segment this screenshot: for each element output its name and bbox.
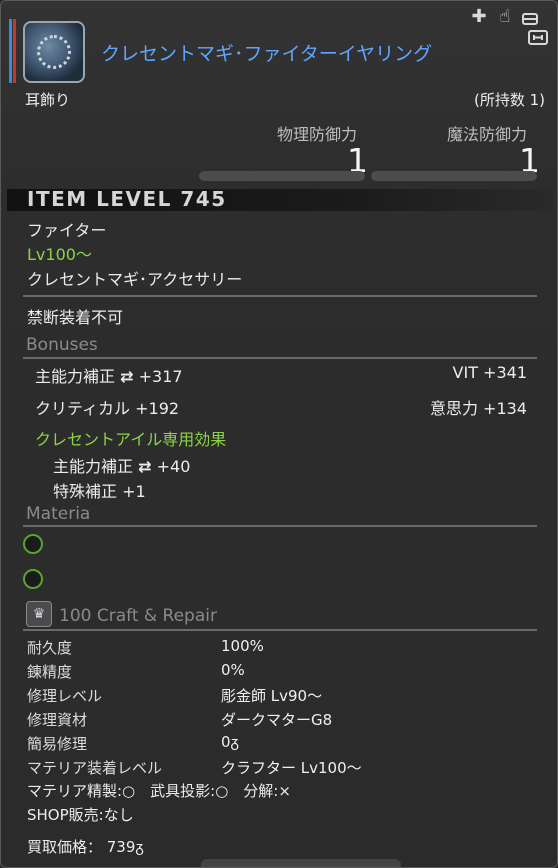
repair-material-value: ダークマターG8 [221, 711, 333, 729]
bonus-determination: 意思力 +134 [429, 399, 527, 418]
rarity-bar [9, 19, 12, 83]
special-sub-stat: 特殊補正 +1 [53, 482, 146, 501]
divider [23, 357, 537, 359]
item-category: 耳飾り [25, 91, 71, 109]
divider [23, 295, 537, 297]
level-requirement: Lv100～ [27, 245, 92, 264]
restriction: 禁断装着不可 [27, 308, 124, 327]
quick-repair-label: 簡易修理 [27, 735, 88, 753]
bonus-vit: VIT +341 [452, 363, 527, 382]
repair-level-value: 彫金師 Lv90～ [221, 687, 323, 705]
bonus-main-stat-value: +317 [138, 367, 183, 386]
durability-label: 耐久度 [27, 639, 73, 657]
materia-title: Materia [26, 504, 91, 524]
materia-slot[interactable] [23, 569, 43, 589]
arrow-mark-icon: ⇄ [138, 457, 152, 476]
magic-defense-bar [371, 171, 537, 181]
spiritbond-label: 錬精度 [27, 663, 73, 681]
physical-defense-bar [199, 171, 365, 181]
item-icon [23, 21, 85, 83]
bonus-main-stat: 主能力補正 ⇄ +317 [35, 363, 183, 387]
special-main-stat-label: 主能力補正 [53, 457, 134, 476]
craft-repair-title: 100 Craft & Repair [59, 606, 217, 626]
sell-price: 買取価格： 739ᵹ [27, 838, 144, 856]
materia-level-value: クラフター Lv100～ [221, 759, 362, 777]
repair-level-label: 修理レベル [27, 687, 103, 705]
job-label: ファイター [27, 221, 107, 240]
spiritbond-value: 0% [221, 661, 245, 679]
item-name: クレセントマギ･ファイターイヤリング [101, 43, 433, 65]
repair-material-label: 修理資材 [27, 711, 88, 729]
special-effect-title: クレセントアイル専用効果 [35, 430, 227, 449]
durability-value: 100% [221, 637, 264, 655]
shop-status: SHOP販売:なし [27, 806, 134, 824]
plus-icon[interactable]: ✚ [469, 7, 489, 27]
craft-flags: マテリア精製:○ 武具投影:○ 分解:× [27, 782, 291, 800]
special-main-stat-value: +40 [156, 457, 191, 476]
magic-defense-label: 魔法防御力 [447, 125, 528, 144]
materia-slot[interactable] [23, 534, 43, 554]
box-icon[interactable] [527, 27, 549, 47]
item-level: ITEM LEVEL 745 [27, 187, 227, 211]
bonus-main-stat-label: 主能力補正 [35, 367, 116, 386]
hand-icon[interactable]: ☝ [495, 7, 515, 27]
arrow-mark-icon: ⇄ [120, 367, 134, 386]
bonuses-title: Bonuses [26, 335, 98, 355]
item-type: クレセントマギ･アクセサリー [27, 270, 243, 289]
crafting-crown-icon: ♛ [26, 601, 52, 627]
special-main-stat: 主能力補正 ⇄ +40 [53, 453, 190, 477]
chair-icon[interactable] [520, 8, 540, 28]
materia-level-label: マテリア装着レベル [27, 759, 163, 777]
divider [23, 525, 537, 527]
item-tooltip: クレセントマギ･ファイターイヤリング ✚ ☝ 耳飾り (所持数 1) 物理防御力… [0, 0, 558, 868]
bonus-critical: クリティカル +192 [35, 399, 180, 418]
quick-repair-value: 0ᵹ [221, 733, 239, 751]
owned-count: (所持数 1) [473, 91, 545, 109]
divider [23, 629, 537, 631]
physical-defense-label: 物理防御力 [277, 125, 358, 144]
rarity-bar-red [13, 19, 16, 83]
bottom-handle [201, 859, 401, 867]
